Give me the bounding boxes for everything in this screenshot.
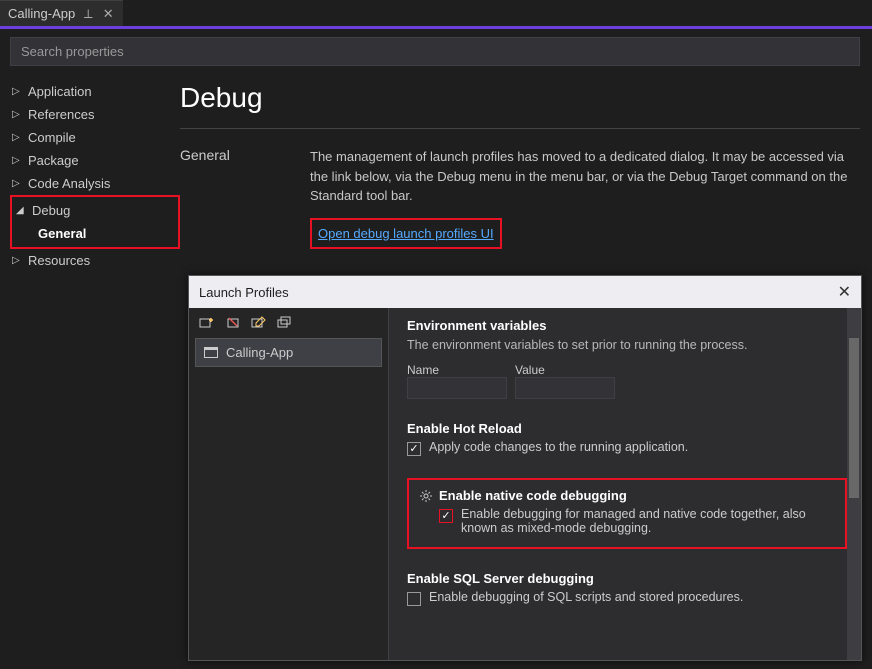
env-value-label: Value (515, 363, 615, 377)
pin-icon[interactable]: ⟂ (81, 6, 95, 22)
chevron-right-icon: ▷ (12, 255, 24, 266)
profile-toolbar (195, 314, 382, 338)
nav-debug[interactable]: ◢ Debug (14, 199, 176, 222)
sql-debug-title: Enable SQL Server debugging (407, 571, 847, 586)
env-name-label: Name (407, 363, 507, 377)
tab-title: Calling-App (8, 6, 75, 21)
window-icon (204, 347, 218, 358)
env-vars-group: Environment variables The environment va… (407, 318, 847, 399)
nav-references[interactable]: ▷ References (10, 103, 180, 126)
search-input[interactable] (10, 37, 860, 66)
hot-reload-label: Apply code changes to the running applic… (429, 440, 688, 454)
env-vars-desc: The environment variables to set prior t… (407, 337, 847, 355)
chevron-right-icon: ▷ (12, 86, 24, 97)
main-panel: Debug General The management of launch p… (180, 76, 872, 272)
dialog-title-text: Launch Profiles (199, 285, 289, 300)
delete-profile-icon[interactable] (225, 316, 241, 330)
scroll-thumb[interactable] (849, 338, 859, 498)
nav-package[interactable]: ▷ Package (10, 149, 180, 172)
launch-profiles-dialog: Launch Profiles ✕ Calling-App (188, 275, 862, 661)
chevron-right-icon: ▷ (12, 132, 24, 143)
env-value-input[interactable] (515, 377, 615, 399)
native-debug-label: Enable debugging for managed and native … (461, 507, 835, 535)
nav-code-analysis[interactable]: ▷ Code Analysis (10, 172, 180, 195)
chevron-right-icon: ▷ (12, 109, 24, 120)
gear-icon (419, 489, 433, 503)
rename-profile-icon[interactable] (251, 316, 267, 330)
sql-debug-label: Enable debugging of SQL scripts and stor… (429, 590, 743, 604)
env-name-input[interactable] (407, 377, 507, 399)
dialog-sidebar: Calling-App (189, 308, 389, 660)
hot-reload-checkbox[interactable] (407, 442, 421, 456)
native-debug-title: Enable native code debugging (439, 488, 835, 503)
new-profile-icon[interactable] (199, 316, 215, 330)
document-tab[interactable]: Calling-App ⟂ ✕ (0, 0, 123, 26)
nav-application[interactable]: ▷ Application (10, 80, 180, 103)
section-label: General (180, 147, 270, 249)
section-description: The management of launch profiles has mo… (310, 147, 860, 206)
page-title: Debug (180, 82, 860, 114)
dialog-titlebar: Launch Profiles ✕ (189, 276, 861, 308)
dialog-content: Environment variables The environment va… (389, 308, 861, 660)
section-body: The management of launch profiles has mo… (310, 147, 860, 249)
chevron-right-icon: ▷ (12, 155, 24, 166)
env-vars-title: Environment variables (407, 318, 847, 333)
profile-item[interactable]: Calling-App (195, 338, 382, 367)
nav-resources[interactable]: ▷ Resources (10, 249, 180, 272)
chevron-right-icon: ▷ (12, 178, 24, 189)
duplicate-profile-icon[interactable] (277, 316, 293, 330)
close-icon[interactable]: ✕ (838, 282, 851, 302)
sql-debug-group: Enable SQL Server debugging Enable debug… (407, 571, 847, 606)
hot-reload-group: Enable Hot Reload Apply code changes to … (407, 421, 847, 456)
native-debug-checkbox[interactable] (439, 509, 453, 523)
close-icon[interactable]: ✕ (101, 6, 115, 22)
link-highlight: Open debug launch profiles UI (310, 218, 502, 250)
open-launch-profiles-link[interactable]: Open debug launch profiles UI (318, 226, 494, 241)
hot-reload-title: Enable Hot Reload (407, 421, 847, 436)
sql-debug-checkbox[interactable] (407, 592, 421, 606)
nav-debug-general[interactable]: General (14, 222, 176, 245)
divider (180, 128, 860, 129)
tab-bar: Calling-App ⟂ ✕ (0, 0, 872, 26)
nav-debug-highlight: ◢ Debug General (10, 195, 180, 249)
profile-name: Calling-App (226, 345, 293, 360)
search-wrap (10, 37, 872, 76)
nav-tree: ▷ Application ▷ References ▷ Compile ▷ P… (10, 76, 180, 272)
scrollbar[interactable] (847, 308, 861, 660)
native-debug-highlight: Enable native code debugging Enable debu… (407, 478, 847, 549)
nav-compile[interactable]: ▷ Compile (10, 126, 180, 149)
chevron-down-icon: ◢ (16, 205, 28, 216)
